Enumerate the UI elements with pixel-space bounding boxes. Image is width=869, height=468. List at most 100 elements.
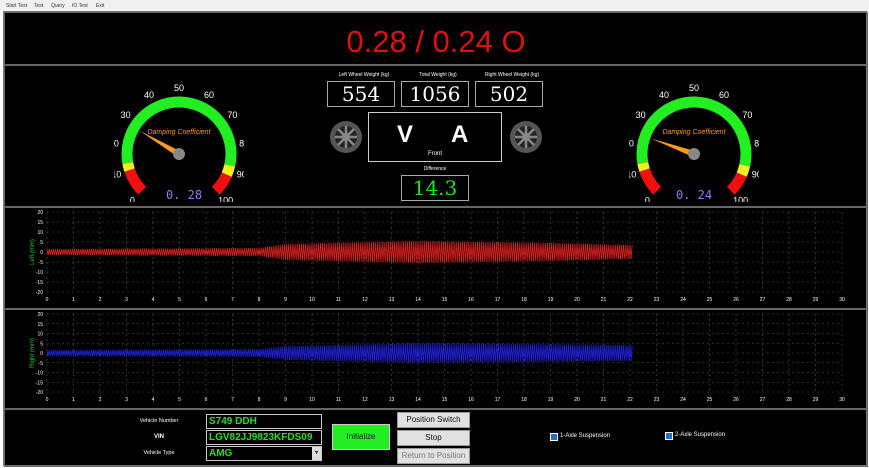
right-chart-y-tick: -10 bbox=[36, 371, 43, 377]
right-chart-x-tick: 28 bbox=[786, 397, 792, 403]
a-indicator: A bbox=[451, 121, 469, 148]
v-indicator: V bbox=[397, 121, 414, 148]
left-chart-y-tick: -20 bbox=[36, 290, 43, 296]
right-gauge-arc-yellow-high bbox=[736, 164, 751, 177]
right-chart-series-line bbox=[46, 343, 633, 363]
left-chart-y-tick: 0 bbox=[40, 250, 43, 256]
position-label: Front bbox=[427, 151, 442, 157]
right-gauge-hub bbox=[688, 148, 700, 160]
right-chart-x-tick: 17 bbox=[495, 397, 501, 403]
left-chart-x-tick: 25 bbox=[707, 297, 713, 303]
menu-item-exit[interactable]: Exit bbox=[96, 3, 104, 9]
right-gauge-arc-red-low bbox=[639, 168, 662, 195]
left-gauge-arc-yellow-high bbox=[221, 164, 236, 177]
right-chart-x-tick: 29 bbox=[813, 397, 819, 403]
right-chart-x-tick: 21 bbox=[601, 397, 607, 403]
vehicle-type-select[interactable]: AMG ▾ bbox=[206, 446, 322, 461]
right-chart-x-tick: 27 bbox=[760, 397, 766, 403]
left-gauge-tick-label: 100 bbox=[218, 196, 233, 202]
vehicle-type-label: Vehicle Type bbox=[143, 450, 175, 456]
right-gauge-tick-label: 90 bbox=[752, 169, 759, 179]
left-chart-x-tick: 22 bbox=[627, 297, 633, 303]
left-chart-x-tick: 1 bbox=[72, 297, 75, 303]
left-chart-x-tick: 12 bbox=[362, 297, 368, 303]
right-chart-x-tick: 18 bbox=[521, 397, 527, 403]
right-chart-x-tick: 19 bbox=[548, 397, 554, 403]
right-damping-gauge: 0 10 20 30 40 50 60 70 80 90 100 Damping Coefficien… bbox=[629, 83, 759, 202]
left-chart-x-tick: 27 bbox=[760, 297, 766, 303]
vin-label: VIN bbox=[153, 434, 164, 440]
left-chart-y-tick: 15 bbox=[37, 220, 43, 226]
left-gauge-tick-label: 0 bbox=[130, 196, 135, 202]
right-chart-y-tick: 15 bbox=[37, 322, 43, 328]
menu-bar: Start Test Test Query IO Test Exit bbox=[0, 0, 869, 11]
total-weight-label: Total Weight (kg) bbox=[419, 72, 457, 78]
chevron-down-icon[interactable]: ▾ bbox=[312, 447, 321, 460]
vehicle-number-input[interactable]: S749 DDH bbox=[206, 414, 322, 429]
left-chart-x-tick: 16 bbox=[468, 297, 474, 303]
right-chart-x-tick: 20 bbox=[574, 397, 580, 403]
left-chart-x-tick: 8 bbox=[258, 297, 261, 303]
right-chart-x-tick: 24 bbox=[680, 397, 686, 403]
right-chart-x-tick: 13 bbox=[389, 397, 395, 403]
app-window: 0.28 / 0.24 O 0102030405060708090100Damp… bbox=[3, 11, 868, 467]
difference-value: 14.3 bbox=[401, 175, 469, 201]
menu-item-io-test[interactable]: IO Test bbox=[72, 3, 88, 9]
right-wheel-icon bbox=[510, 121, 542, 153]
left-chart-y-tick: 5 bbox=[40, 240, 43, 246]
right-gauge-label: Damping Coefficient bbox=[662, 129, 726, 136]
left-chart-x-tick: 30 bbox=[839, 297, 845, 303]
right-gauge-tick-label: 70 bbox=[742, 110, 752, 120]
right-chart-x-tick: 11 bbox=[336, 397, 341, 403]
right-gauge-tick-label: 40 bbox=[659, 90, 669, 100]
menu-item-query[interactable]: Query bbox=[51, 3, 65, 9]
menu-item-test[interactable]: Test bbox=[34, 3, 43, 9]
axle1-label: 1-Axle Suspension bbox=[560, 433, 611, 439]
vehicle-number-label: Vehicle Number bbox=[139, 418, 179, 424]
menu-item-start-test[interactable]: Start Test bbox=[6, 3, 27, 9]
left-gauge-tick-label: 80 bbox=[239, 139, 244, 149]
left-chart-x-tick: 9 bbox=[284, 297, 287, 303]
right-gauge-arc-yellow-low bbox=[637, 161, 650, 172]
difference-label: Difference bbox=[423, 166, 447, 172]
left-chart-x-tick: 2 bbox=[99, 297, 102, 303]
left-chart-x-tick: 15 bbox=[442, 297, 448, 303]
stop-button[interactable]: Stop bbox=[397, 430, 470, 446]
left-chart-y-axis-label: Left (mm) bbox=[30, 239, 36, 265]
right-displacement-chart: 20151050-5-10-15-200 1 2 3 4 5 6 7 8 9 10 11 12 13 14 1… bbox=[30, 312, 845, 403]
left-gauge-tick-label: 20 bbox=[114, 139, 119, 149]
right-gauge-tick-label: 100 bbox=[733, 196, 748, 202]
right-gauge-tick-label: 10 bbox=[629, 169, 636, 179]
left-chart-x-tick: 7 bbox=[231, 297, 234, 303]
left-chart-x-tick: 28 bbox=[786, 297, 792, 303]
initialize-button[interactable]: Initialize bbox=[332, 424, 390, 450]
right-chart-x-tick: 4 bbox=[152, 397, 155, 403]
left-weight-label: Left Wheel Weight (kg) bbox=[338, 72, 390, 78]
left-chart-x-tick: 21 bbox=[601, 297, 607, 303]
right-chart-y-tick: 5 bbox=[40, 341, 43, 347]
left-chart-x-tick: 17 bbox=[495, 297, 501, 303]
right-gauge-tick-label: 0 bbox=[645, 196, 650, 202]
vin-input[interactable]: LGV82JJ9823KFDS09 bbox=[206, 430, 322, 445]
axle1-checkbox[interactable] bbox=[550, 433, 558, 441]
right-chart-x-tick: 2 bbox=[99, 397, 102, 403]
right-weight-label: Right Wheel Weight (kg) bbox=[484, 72, 540, 78]
right-gauge-arc-red-high bbox=[726, 172, 747, 195]
left-chart-y-tick: 10 bbox=[37, 230, 43, 236]
left-gauge-arc-red-high bbox=[211, 172, 232, 195]
right-chart-x-tick: 25 bbox=[707, 397, 713, 403]
left-chart-x-tick: 14 bbox=[415, 297, 421, 303]
position-switch-button[interactable]: Position Switch bbox=[397, 412, 470, 428]
right-gauge-tick-label: 80 bbox=[754, 139, 759, 149]
left-chart-x-tick: 29 bbox=[813, 297, 819, 303]
left-gauge-tick-label: 50 bbox=[174, 83, 184, 93]
left-chart-y-tick: -15 bbox=[36, 280, 43, 286]
axle2-checkbox[interactable] bbox=[665, 432, 673, 440]
right-chart-x-tick: 9 bbox=[284, 397, 287, 403]
left-chart-x-tick: 5 bbox=[178, 297, 181, 303]
left-chart-x-tick: 4 bbox=[152, 297, 155, 303]
return-to-position-button[interactable]: Return to Position bbox=[397, 448, 470, 464]
left-chart-x-tick: 23 bbox=[654, 297, 660, 303]
left-gauge-tick-label: 60 bbox=[204, 90, 214, 100]
left-chart-x-tick: 18 bbox=[521, 297, 527, 303]
